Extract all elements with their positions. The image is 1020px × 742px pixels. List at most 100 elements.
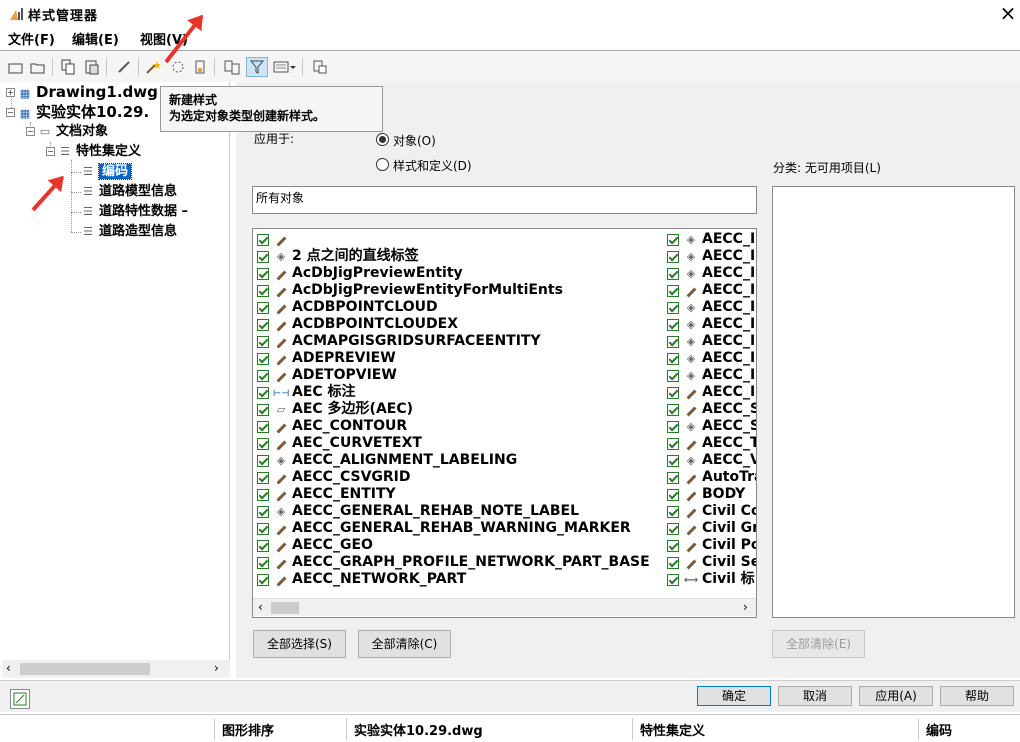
list-item[interactable]: AECC_I [663,384,756,401]
list-item[interactable]: Civil Gr [663,520,756,537]
select-all-button[interactable]: 全部选择(S) [253,630,346,658]
set-from-icon[interactable] [190,57,210,77]
checkbox[interactable] [667,267,679,280]
checkbox[interactable] [257,335,269,348]
tree-node-drawing1[interactable]: + ▦ Drawing1.dwg [6,82,158,102]
tree-horizontal-scrollbar[interactable]: ‹ › [2,660,230,678]
expand-icon[interactable]: + [6,88,15,97]
new-icon[interactable] [6,57,26,77]
cancel-button[interactable]: 取消 [778,686,852,706]
list-item[interactable]: AECC_I [663,248,756,265]
checkbox[interactable] [667,454,679,467]
checkbox[interactable] [667,352,679,365]
list-item[interactable]: Civil Se [663,554,756,571]
checkbox[interactable] [257,539,269,552]
checkbox[interactable] [667,386,679,399]
list-item[interactable]: AECC_I [663,282,756,299]
collapse-icon[interactable]: − [26,127,35,136]
tree-node-drawing2[interactable]: − ▦ 实验实体10.29. [6,102,149,122]
paste-icon[interactable] [82,57,102,77]
checkbox[interactable] [257,403,269,416]
list-item[interactable]: AECC_I [663,231,756,248]
checkbox[interactable] [667,539,679,552]
checkbox[interactable] [257,454,269,467]
edit-style-icon[interactable] [114,57,134,77]
list-item[interactable]: Civil 标 [663,571,756,588]
list-item[interactable]: AECC_GENERAL_REHAB_NOTE_LABEL [253,503,663,520]
list-item[interactable]: AECC_I [663,350,756,367]
list-item[interactable]: Civil Co [663,503,756,520]
list-item[interactable]: AECC_S [663,401,756,418]
checkbox[interactable] [667,420,679,433]
checkbox[interactable] [667,250,679,263]
list-item[interactable]: AECC_ALIGNMENT_LABELING [253,452,663,469]
checkbox[interactable] [257,386,269,399]
checkbox[interactable] [667,573,679,586]
menu-edit[interactable]: 编辑(E) [72,29,119,48]
tree-node-property-set-definitions[interactable]: − ☰ 特性集定义 [46,142,141,162]
scroll-thumb[interactable] [271,602,299,614]
scroll-left-icon[interactable]: ‹ [6,661,11,675]
checkbox[interactable] [257,267,269,280]
properties-icon[interactable] [310,57,330,77]
radio-objects[interactable] [376,133,389,146]
open-icon[interactable] [28,57,48,77]
list-item[interactable]: AEC 标注 [253,384,663,401]
list-item[interactable]: AECC_I [663,333,756,350]
checkbox[interactable] [257,250,269,263]
list-item[interactable]: AECC_S [663,418,756,435]
close-button[interactable]: × [996,2,1020,24]
list-item[interactable]: AutoTra [663,469,756,486]
new-style-icon[interactable] [144,57,164,77]
list-item[interactable]: ACDBPOINTCLOUD [253,299,663,316]
list-item[interactable]: AECC_I [663,367,756,384]
checkbox[interactable] [667,556,679,569]
checkbox[interactable] [257,522,269,535]
checkbox[interactable] [667,369,679,382]
list-item[interactable]: ACMAPGISGRIDSURFACEENTITY [253,333,663,350]
collapse-icon[interactable]: − [46,147,55,156]
checkbox[interactable] [257,420,269,433]
radio-styles-definitions[interactable] [376,158,389,171]
tree-node-road-model-info[interactable]: ☰ 道路模型信息 [80,182,177,202]
checkbox[interactable] [257,318,269,331]
drawing-setup-icon[interactable] [10,689,30,709]
checkbox[interactable] [667,318,679,331]
list-item[interactable]: AECC_NETWORK_PART [253,571,663,588]
checkbox[interactable] [667,284,679,297]
list-item[interactable]: ACDBPOINTCLOUDEX [253,316,663,333]
compare-icon[interactable] [222,57,242,77]
scroll-right-icon[interactable]: › [214,661,219,675]
checkbox[interactable] [667,437,679,450]
list-item[interactable]: AcDbJigPreviewEntityForMultiEnts [253,282,663,299]
list-item[interactable]: AECC_I [663,299,756,316]
copy-icon[interactable] [58,57,78,77]
checkbox[interactable] [667,505,679,518]
list-item[interactable]: BODY [663,486,756,503]
list-item[interactable]: Civil Po [663,537,756,554]
list-item[interactable]: ADEPREVIEW [253,350,663,367]
apply-button[interactable]: 应用(A) [859,686,933,706]
menu-file[interactable]: 文件(F) [8,29,55,48]
list-item[interactable]: AEC_CURVETEXT [253,435,663,452]
clear-all-unavailable-button[interactable]: 全部清除(E) [772,630,865,658]
collapse-icon[interactable]: − [6,108,15,117]
checkbox[interactable] [257,505,269,518]
list-item[interactable]: AECC_GEO [253,537,663,554]
list-item[interactable]: AEC_CONTOUR [253,418,663,435]
checkbox[interactable] [257,471,269,484]
tree-node-document-objects[interactable]: − ▭ 文档对象 [26,122,108,142]
list-item[interactable]: 2 点之间的直线标签 [253,248,663,265]
scroll-thumb[interactable] [20,663,150,675]
checkbox[interactable] [257,573,269,586]
tree-node-bianma[interactable]: ☰ 编码 [80,162,133,182]
checkbox[interactable] [667,233,679,246]
list-item[interactable]: AECC_GRAPH_PROFILE_NETWORK_PART_BASE [253,554,663,571]
filter-text-box[interactable]: 所有对象 [252,186,757,214]
scroll-left-icon[interactable]: ‹ [258,600,263,614]
checkbox[interactable] [667,471,679,484]
checkbox[interactable] [257,284,269,297]
list-item[interactable]: AcDbJigPreviewEntity [253,265,663,282]
help-button[interactable]: 帮助 [940,686,1014,706]
list-item[interactable]: AEC 多边形(AEC) [253,401,663,418]
